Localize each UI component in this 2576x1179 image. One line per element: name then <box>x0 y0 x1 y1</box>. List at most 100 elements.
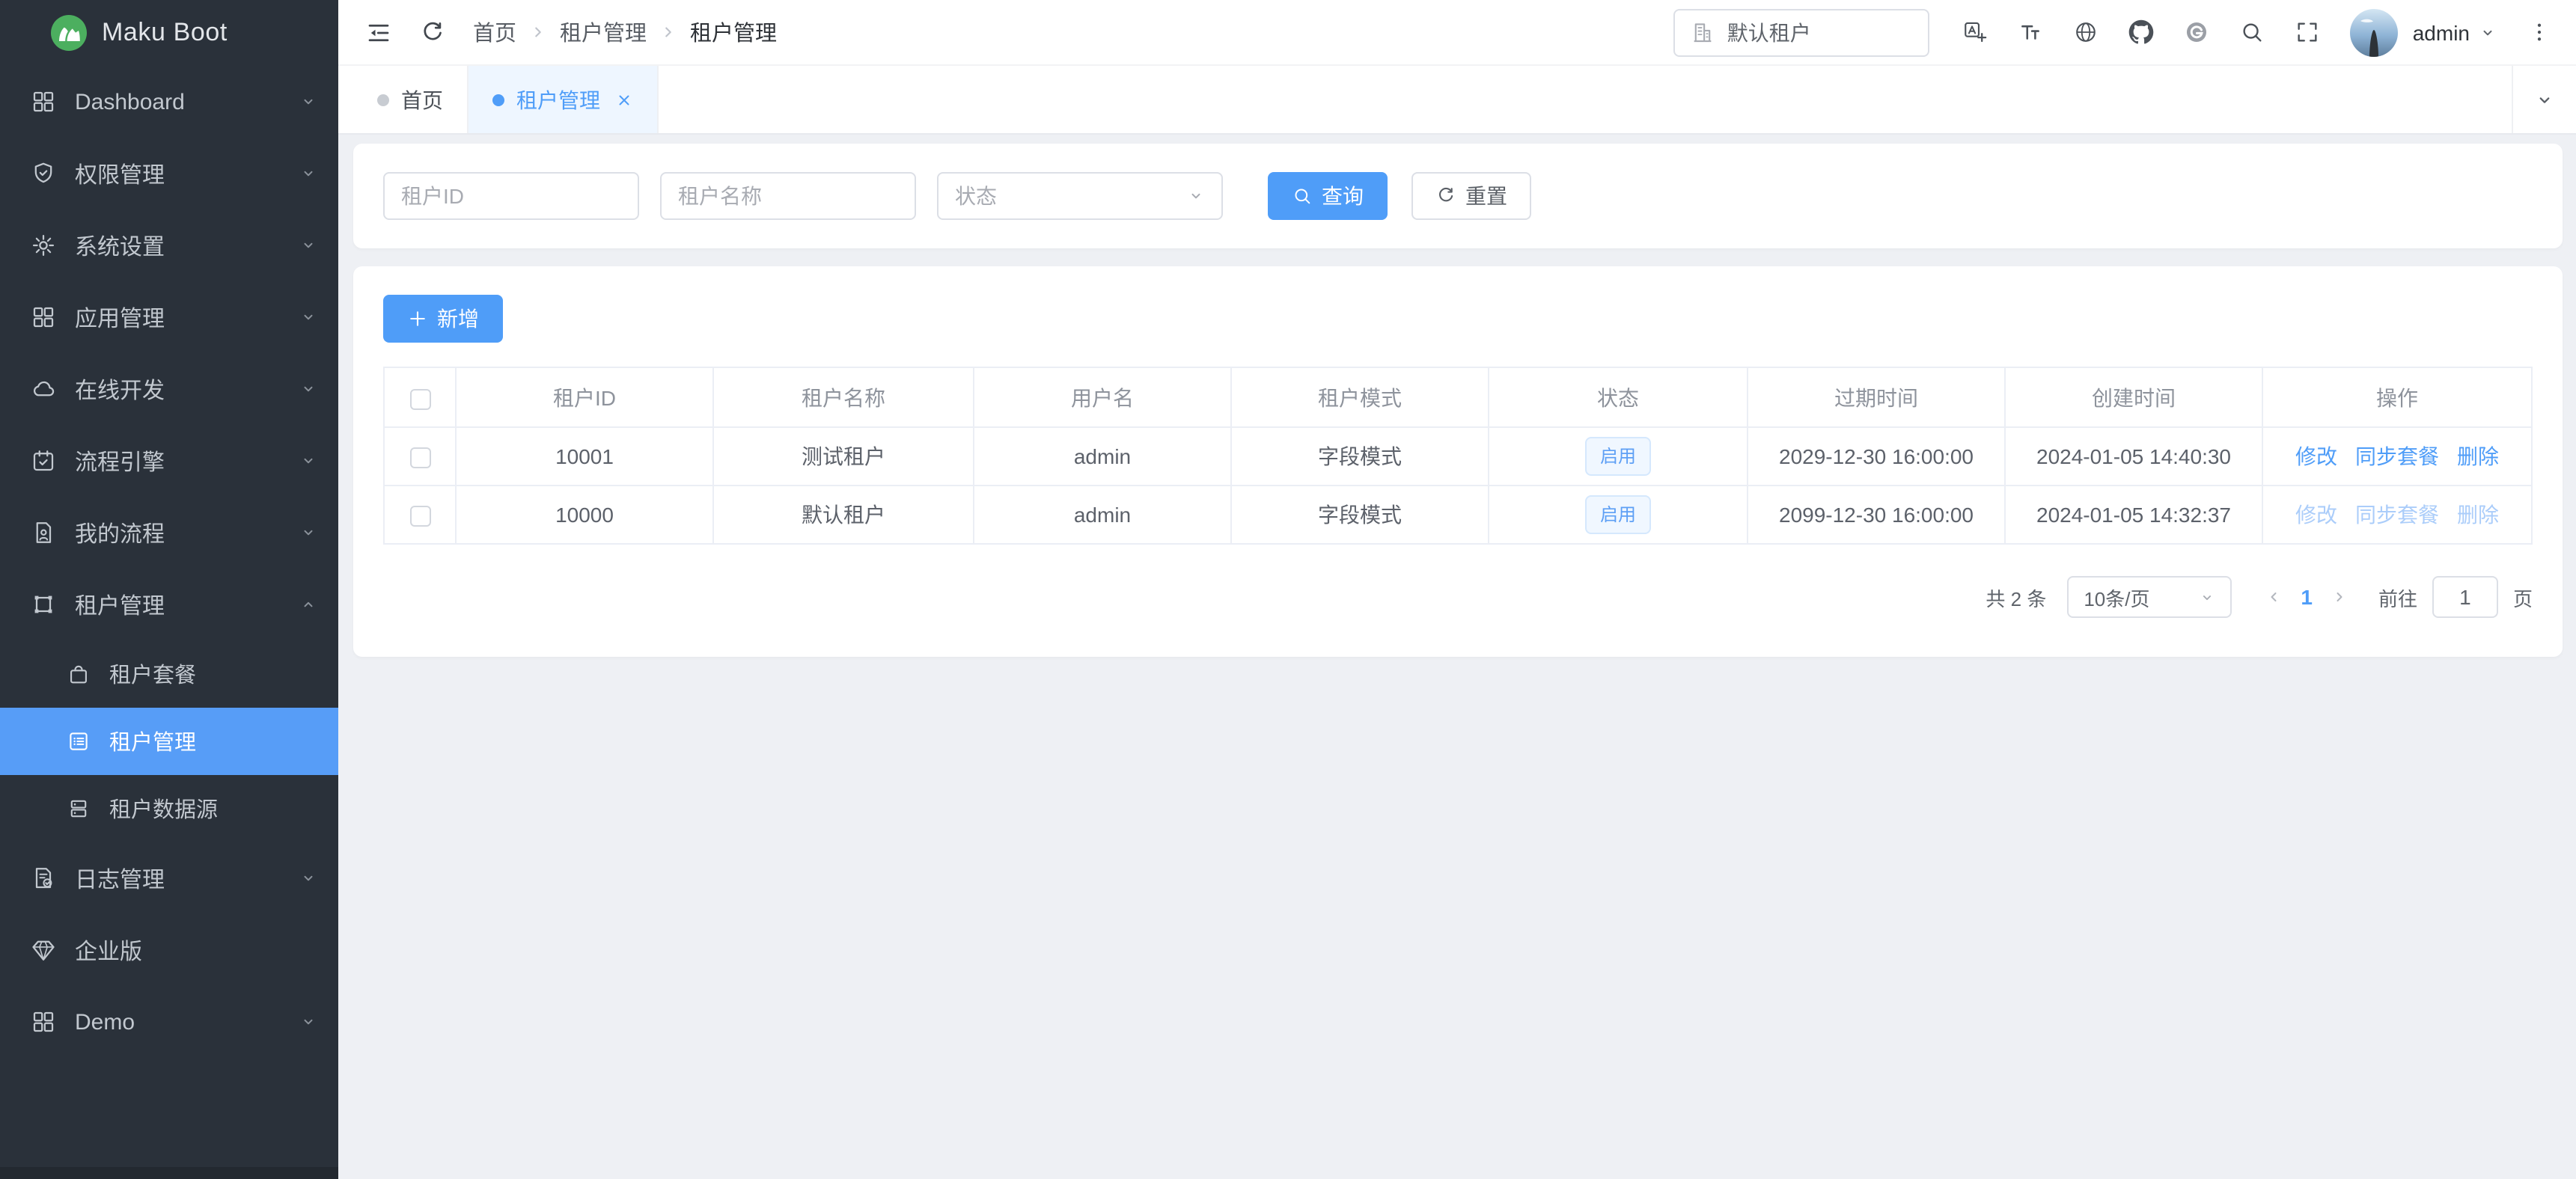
logo[interactable]: Maku Boot <box>0 0 338 66</box>
sidebar-item-label: 租户管理 <box>75 589 299 620</box>
sidebar-subitem-label: 租户套餐 <box>109 658 196 690</box>
sidebar-item-workflow-engine[interactable]: 流程引擎 <box>0 425 338 497</box>
content: 状态 查询 重置 新增 <box>338 135 2576 1179</box>
sidebar-item-label: 企业版 <box>75 934 317 966</box>
chevron-down-icon <box>299 308 317 326</box>
row-checkbox[interactable] <box>409 447 430 468</box>
refresh-icon[interactable] <box>419 19 446 46</box>
chevron-right-icon <box>659 22 678 42</box>
topbar-right: 默认租户 <box>1673 8 2552 56</box>
sidebar-item-demo[interactable]: Demo <box>0 986 338 1058</box>
user-name: admin <box>2413 20 2470 44</box>
sidebar-item-permissions[interactable]: 权限管理 <box>0 138 338 209</box>
fullscreen-icon[interactable] <box>2295 19 2320 45</box>
sidebar-item-my-workflow[interactable]: 我的流程 <box>0 497 338 569</box>
delete-link[interactable]: 删除 <box>2457 441 2499 471</box>
tenant-select[interactable]: 默认租户 <box>1673 8 1929 56</box>
sidebar-item-system-settings[interactable]: 系统设置 <box>0 209 338 281</box>
topbar: 首页 租户管理 租户管理 默认租户 <box>338 0 2576 66</box>
close-icon[interactable] <box>615 91 633 108</box>
chevron-down-icon <box>299 869 317 887</box>
breadcrumb-section[interactable]: 租户管理 <box>560 16 647 48</box>
sidebar-item-app-management[interactable]: 应用管理 <box>0 281 338 353</box>
plus-icon <box>407 308 428 329</box>
sidebar-item-label: 流程引擎 <box>75 445 299 477</box>
sidebar-item-enterprise[interactable]: 企业版 <box>0 914 338 986</box>
sidebar-item-label: 系统设置 <box>75 230 299 261</box>
prev-page-icon[interactable] <box>2265 588 2283 606</box>
tenant-table: 租户ID 租户名称 用户名 租户模式 状态 过期时间 创建时间 操作 <box>383 367 2533 545</box>
add-button-label: 新增 <box>437 304 479 334</box>
search-icon <box>1292 186 1313 206</box>
gitee-icon[interactable] <box>2184 19 2209 45</box>
sidebar-item-log-management[interactable]: 日志管理 <box>0 842 338 914</box>
status-badge[interactable]: 启用 <box>1585 437 1651 476</box>
page-size-select[interactable]: 10条/页 <box>2067 576 2232 618</box>
globe-icon[interactable] <box>2073 19 2099 45</box>
search-icon[interactable] <box>2239 19 2265 45</box>
cell-expire-time: 2029-12-30 16:00:00 <box>1748 427 2005 486</box>
page-number[interactable]: 1 <box>2301 585 2313 609</box>
tab-tenant-management[interactable]: 租户管理 <box>468 66 659 133</box>
row-actions: 修改 同步套餐 删除 <box>2263 441 2531 471</box>
col-tenant-id: 租户ID <box>456 367 713 427</box>
translate-icon[interactable] <box>1962 19 1988 45</box>
sidebar-item-dashboard[interactable]: Dashboard <box>0 66 338 138</box>
chevron-down-icon <box>1187 187 1205 205</box>
breadcrumb-home[interactable]: 首页 <box>473 16 516 48</box>
tenant-select-value: 默认租户 <box>1727 17 1811 47</box>
refresh-icon <box>1435 186 1456 206</box>
col-status: 状态 <box>1489 367 1748 427</box>
server-icon <box>66 796 91 821</box>
document-user-icon <box>30 519 57 546</box>
sidebar-subitem-tenant-package[interactable]: 租户套餐 <box>0 640 338 708</box>
sidebar-subitem-tenant-datasource[interactable]: 租户数据源 <box>0 775 338 842</box>
list-square-icon <box>66 729 91 754</box>
delete-link-disabled[interactable]: 删除 <box>2457 500 2499 530</box>
tab-label: 租户管理 <box>516 85 600 114</box>
sidebar-menu: Dashboard 权限管理 系统设置 应用管理 在线开发 <box>0 66 338 1058</box>
next-page-icon[interactable] <box>2331 588 2348 606</box>
goto-page-input[interactable] <box>2432 576 2498 618</box>
tab-home[interactable]: 首页 <box>353 66 468 133</box>
collapse-sidebar-icon[interactable] <box>365 19 392 46</box>
sidebar-item-label: 权限管理 <box>75 158 299 189</box>
artboard-icon <box>30 591 57 618</box>
add-button[interactable]: 新增 <box>383 295 503 343</box>
main-area: 首页 租户管理 租户管理 默认租户 <box>338 0 2576 1179</box>
tab-options-button[interactable] <box>2512 66 2576 133</box>
sidebar-item-label: Demo <box>75 1009 299 1035</box>
table-card: 新增 租户ID 租户名称 用户名 租户模式 <box>353 266 2563 657</box>
tenant-name-input[interactable] <box>660 172 916 220</box>
diamond-icon <box>30 937 57 964</box>
edit-link-disabled[interactable]: 修改 <box>2295 500 2337 530</box>
status-badge[interactable]: 启用 <box>1585 495 1651 534</box>
github-icon[interactable] <box>2128 19 2154 45</box>
pager: 1 <box>2265 585 2348 609</box>
font-size-icon[interactable] <box>2018 19 2043 45</box>
search-button[interactable]: 查询 <box>1268 172 1388 220</box>
chevron-down-icon <box>299 236 317 254</box>
sidebar-item-online-dev[interactable]: 在线开发 <box>0 353 338 425</box>
table-header-row: 租户ID 租户名称 用户名 租户模式 状态 过期时间 创建时间 操作 <box>384 367 2532 427</box>
sidebar-item-tenant-management[interactable]: 租户管理 <box>0 569 338 640</box>
select-all-checkbox[interactable] <box>409 388 430 409</box>
tenant-id-input[interactable] <box>383 172 639 220</box>
user-menu[interactable]: admin <box>2413 20 2497 44</box>
goto-unit-label: 页 <box>2513 583 2533 611</box>
table-row: 10001 测试租户 admin 字段模式 启用 2029-12-30 16:0… <box>384 427 2532 486</box>
row-checkbox[interactable] <box>409 506 430 527</box>
status-select[interactable]: 状态 <box>937 172 1223 220</box>
col-actions: 操作 <box>2262 367 2532 427</box>
row-actions: 修改 同步套餐 删除 <box>2263 500 2531 530</box>
cell-tenant-id: 10000 <box>456 486 713 544</box>
sidebar-item-label: 我的流程 <box>75 517 299 548</box>
sync-package-link-disabled[interactable]: 同步套餐 <box>2355 500 2439 530</box>
cell-tenant-id: 10001 <box>456 427 713 486</box>
sidebar-subitem-tenant-management-active[interactable]: 租户管理 <box>0 708 338 775</box>
avatar[interactable] <box>2350 8 2398 56</box>
edit-link[interactable]: 修改 <box>2295 441 2337 471</box>
kebab-menu-icon[interactable] <box>2527 19 2552 45</box>
reset-button[interactable]: 重置 <box>1411 172 1531 220</box>
sync-package-link[interactable]: 同步套餐 <box>2355 441 2439 471</box>
